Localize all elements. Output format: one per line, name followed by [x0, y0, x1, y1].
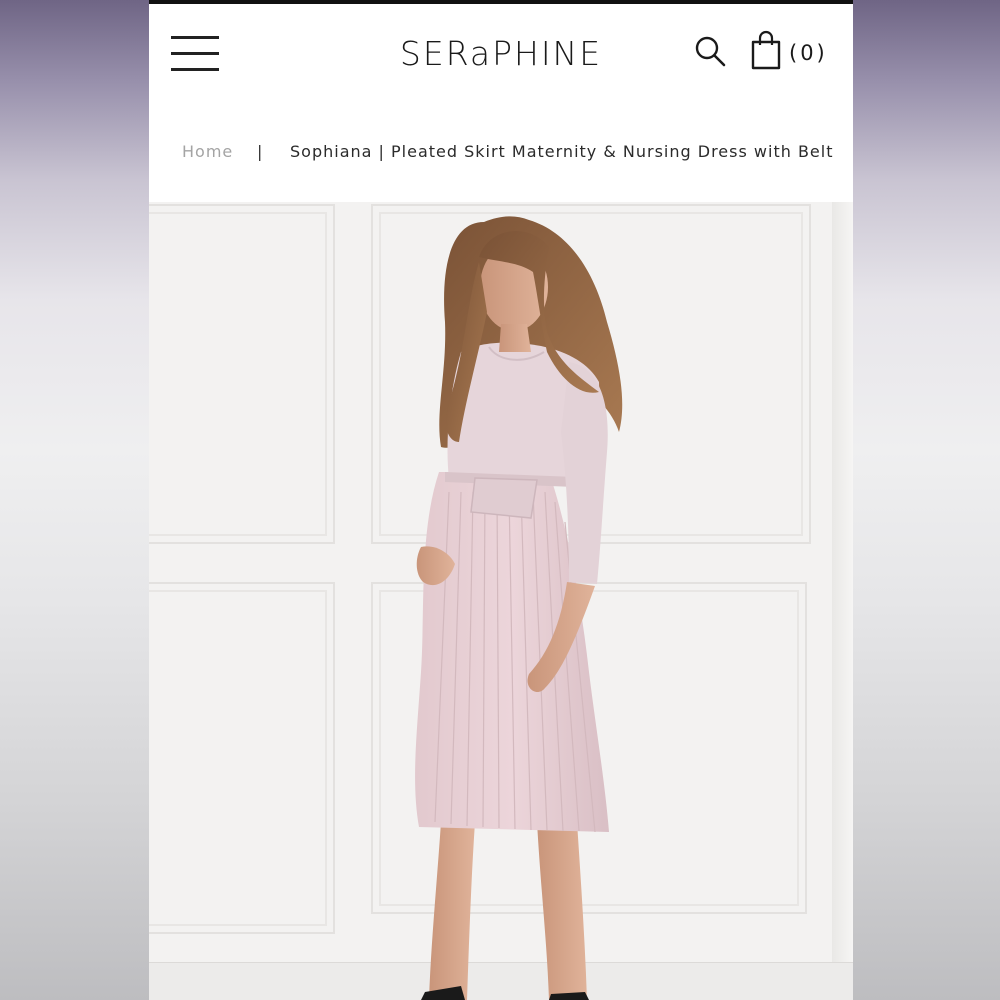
- brand-logo[interactable]: SERaPHINE: [375, 30, 627, 76]
- menu-button[interactable]: [169, 34, 221, 74]
- product-image[interactable]: [149, 202, 853, 1000]
- shopping-bag-icon[interactable]: [749, 30, 783, 70]
- breadcrumb-separator: |: [257, 142, 264, 161]
- model-figure: [415, 216, 623, 1000]
- cart-count[interactable]: (0): [789, 41, 828, 69]
- hamburger-menu-icon: [171, 36, 219, 39]
- search-icon[interactable]: [693, 34, 727, 68]
- breadcrumb-current-page: Sophiana | Pleated Skirt Maternity & Nur…: [290, 142, 834, 161]
- breadcrumb-home-link[interactable]: Home: [182, 142, 233, 161]
- mobile-page: SERaPHINE (0) Home | Sophiana | Pleated …: [149, 0, 853, 1000]
- breadcrumb: Home | Sophiana | Pleated Skirt Maternit…: [149, 138, 853, 168]
- site-header: SERaPHINE (0): [149, 4, 853, 102]
